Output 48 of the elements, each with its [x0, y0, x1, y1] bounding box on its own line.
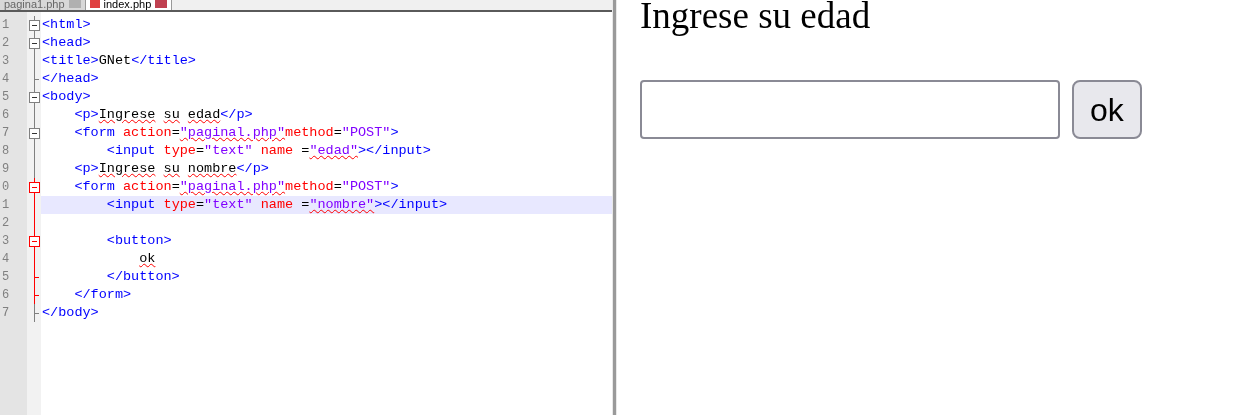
fold-toggle-icon[interactable]: [28, 88, 40, 106]
fold-toggle-icon[interactable]: [28, 232, 40, 250]
line-number: 3: [2, 54, 10, 68]
line-number: 4: [2, 72, 10, 86]
line-number: 7: [2, 306, 10, 320]
line-number: 0: [2, 180, 10, 194]
line-number: 2: [2, 36, 10, 50]
ok-button[interactable]: ok: [1072, 80, 1142, 139]
line-number: 7: [2, 126, 10, 140]
close-icon[interactable]: [155, 0, 168, 8]
file-tab[interactable]: pagina1.php: [0, 0, 86, 10]
code-text: <p>Ingrese su nombre</p>: [73, 161, 269, 176]
code-text: </body>: [42, 305, 99, 320]
line-number: 4: [2, 252, 10, 266]
code-text: <html>: [42, 17, 91, 32]
code-text: <title>GNet</title>: [42, 53, 196, 68]
file-tab[interactable]: index.php: [85, 0, 173, 10]
line-number: 5: [2, 90, 10, 104]
code-text: </form>: [73, 287, 132, 302]
code-text: <form action="paginal.php"method="POST">: [73, 125, 399, 140]
code-text: </head>: [42, 71, 99, 86]
line-number: 6: [2, 288, 10, 302]
code-text: <p>Ingrese su edad</p>: [73, 107, 253, 122]
fold-toggle-icon[interactable]: [28, 16, 40, 34]
line-number: 2: [2, 216, 10, 230]
line-number: 3: [2, 234, 10, 248]
line-number: 5: [2, 270, 10, 284]
code-text: <head>: [42, 35, 91, 50]
code-text: ok: [138, 251, 156, 266]
line-number: 9: [2, 162, 10, 176]
line-number: 6: [2, 108, 10, 122]
fold-toggle-icon[interactable]: [28, 124, 40, 142]
line-number: 1: [2, 198, 10, 212]
input-field[interactable]: [640, 80, 1060, 139]
tab-label: index.php: [103, 0, 152, 10]
line-number: 1: [2, 18, 10, 32]
page-heading: Ingrese su edad: [640, 0, 872, 34]
fold-toggle-icon[interactable]: [28, 34, 40, 52]
code-text: <input type="text" name ="edad"></input>: [105, 143, 431, 158]
file-icon: [89, 0, 100, 8]
code-text: <button>: [105, 233, 172, 248]
fold-toggle-icon[interactable]: [28, 178, 40, 196]
code-text: </button>: [105, 269, 180, 284]
code-text: <form action="paginal.php"method="POST">: [73, 179, 399, 194]
tab-label: pagina1.php: [4, 0, 65, 10]
code-text: <input type="text" name ="nombre"></input>: [105, 197, 448, 212]
line-number: 8: [2, 144, 10, 158]
code-text: <body>: [42, 89, 91, 104]
